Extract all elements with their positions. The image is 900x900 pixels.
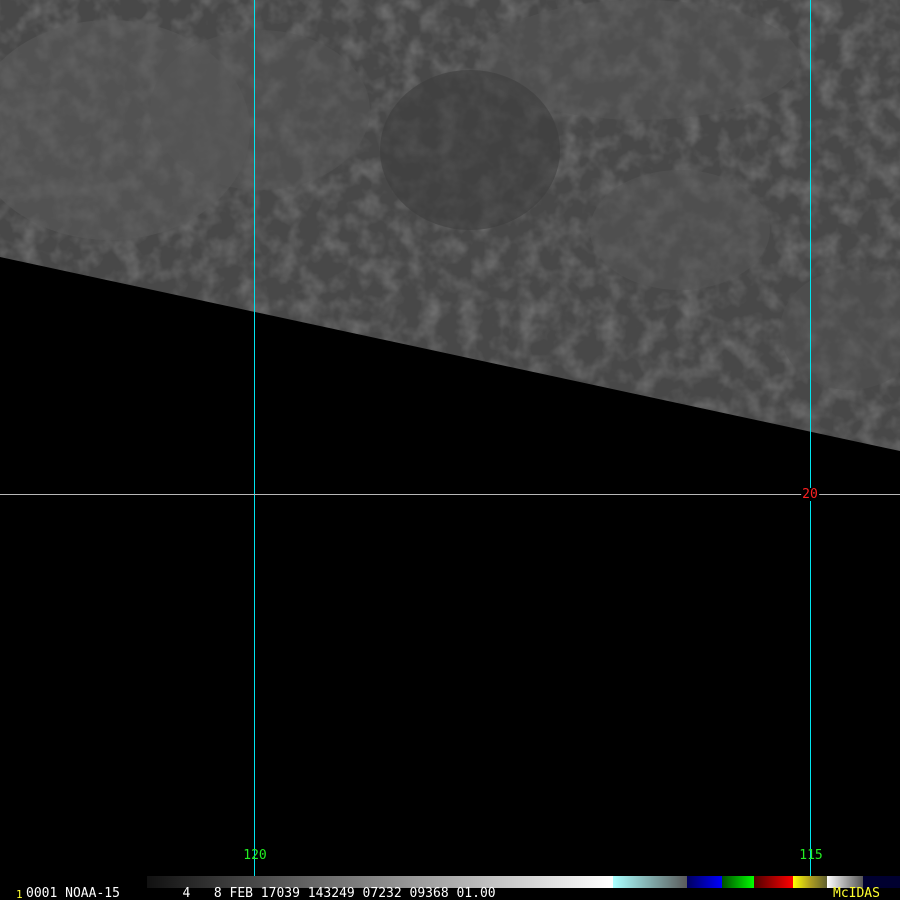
image-metadata-text: 0001 NOAA-15 4 8 FEB 17039 143249 07232 … (26, 886, 496, 900)
satellite-imagery (0, 0, 900, 451)
longitude-label-115: 115 (799, 848, 823, 863)
frame-number: 1 (16, 888, 23, 900)
meridian-120-line (254, 0, 255, 888)
longitude-label-120: 120 (243, 848, 267, 863)
earth-disk-region (0, 0, 900, 451)
parallel-20-line (0, 494, 900, 495)
meridian-115-line (810, 0, 811, 888)
image-info-bar: 0001 NOAA-15 4 8 FEB 17039 143249 07232 … (0, 887, 900, 900)
mcidas-logo-text: McIDAS (833, 886, 880, 900)
satellite-image-frame: 20 120 115 0001 NOAA-15 4 8 FEB 17039 14… (0, 0, 900, 900)
latitude-label-20: 20 (801, 487, 819, 502)
